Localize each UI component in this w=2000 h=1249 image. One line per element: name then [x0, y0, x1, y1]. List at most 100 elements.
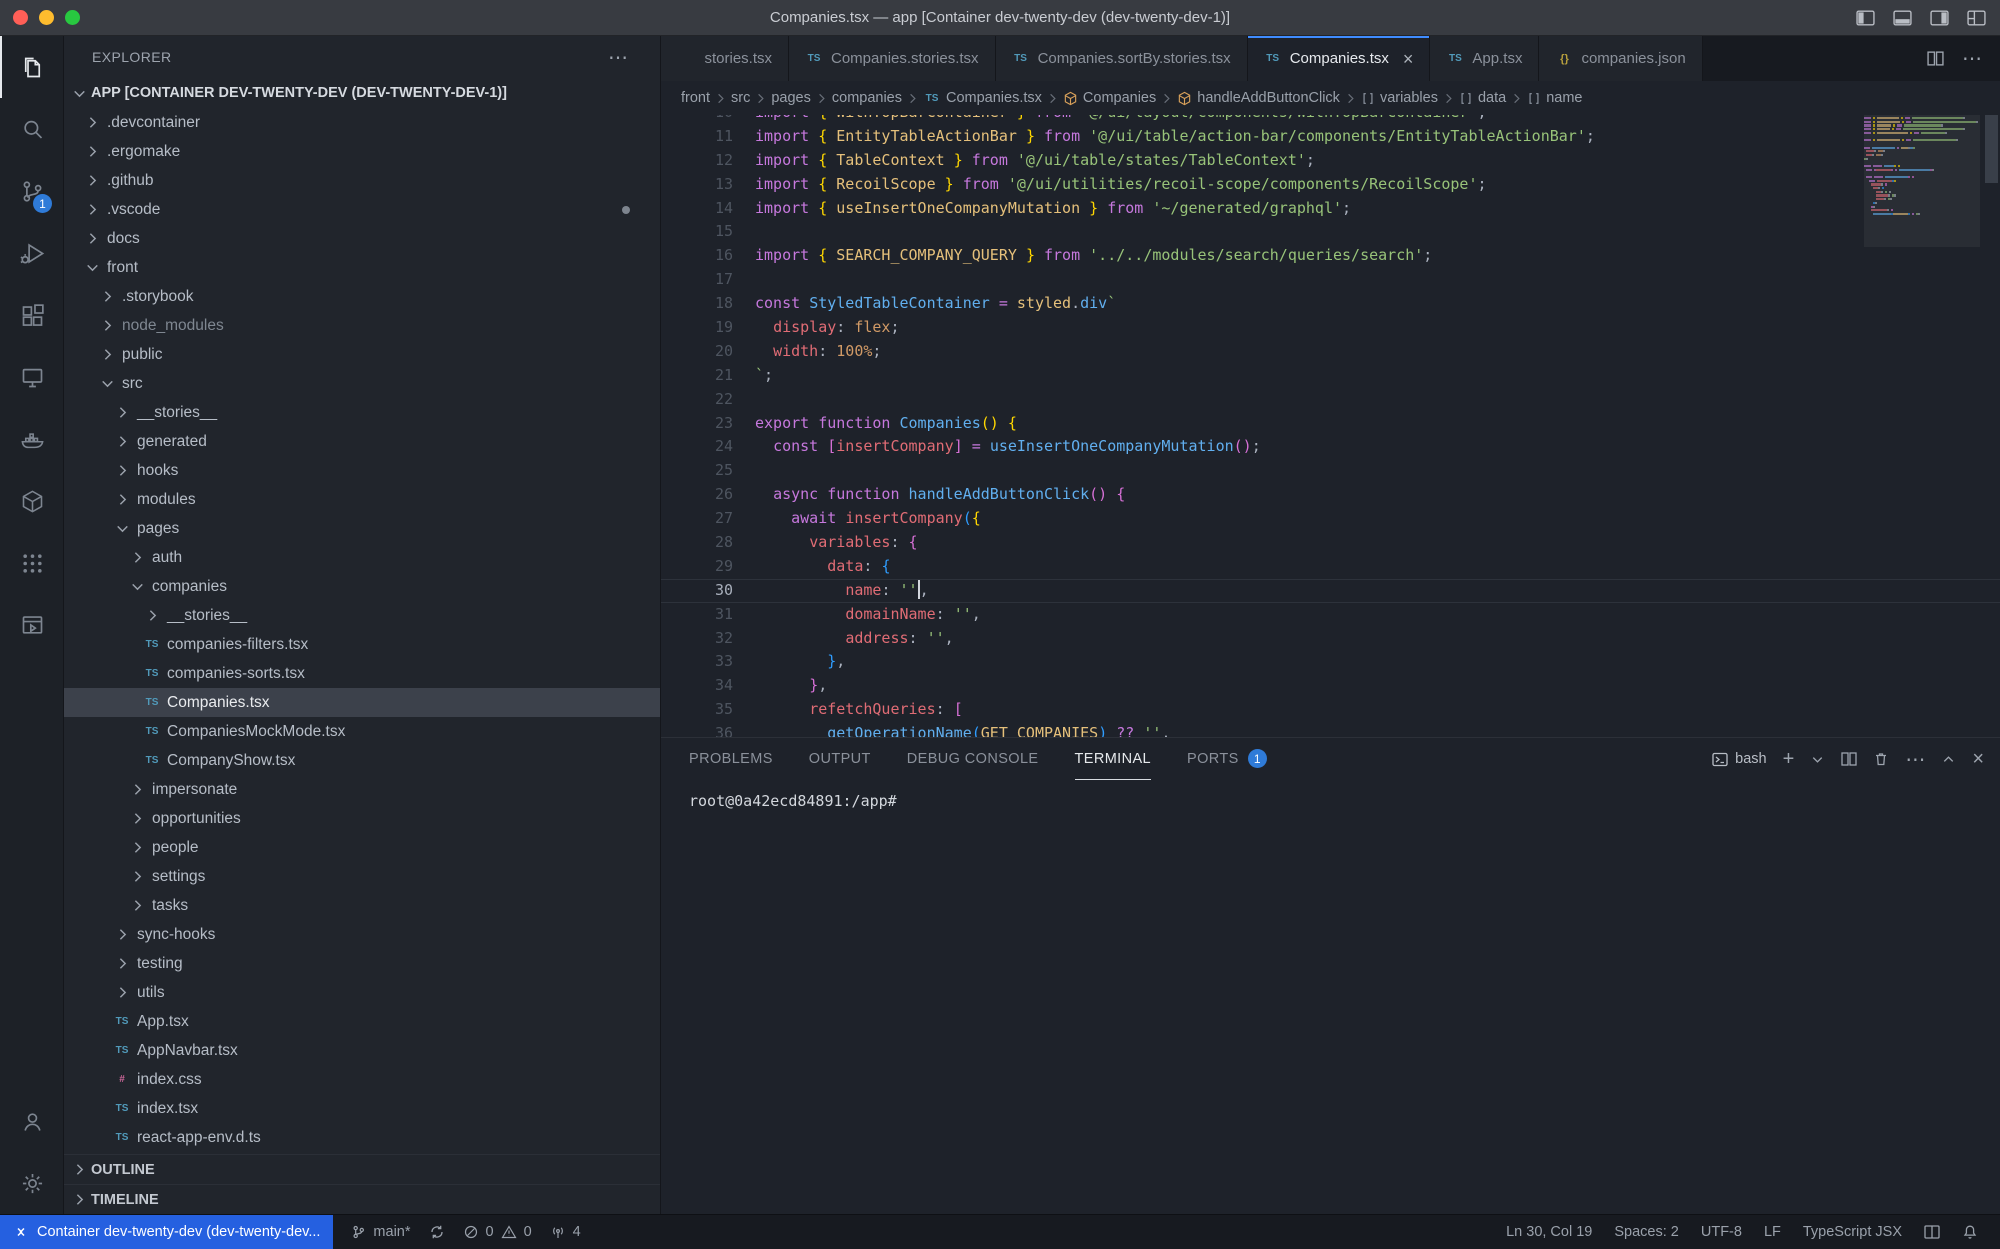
- cursor-position-indicator[interactable]: Ln 30, Col 19: [1506, 1224, 1592, 1240]
- tab-companies-sortby-stories-tsx[interactable]: TSCompanies.sortBy.stories.tsx: [996, 36, 1248, 81]
- tab-companies-tsx[interactable]: TSCompanies.tsx×: [1248, 36, 1431, 81]
- minimap[interactable]: [1864, 115, 1980, 737]
- sync-changes-button[interactable]: [429, 1224, 445, 1240]
- tree-item-node-modules[interactable]: node_modules: [64, 311, 660, 340]
- tree-item-people[interactable]: people: [64, 833, 660, 862]
- tab-companies-json[interactable]: {}companies.json: [1539, 36, 1702, 81]
- tree-item-generated[interactable]: generated: [64, 427, 660, 456]
- customize-layout-icon[interactable]: [1967, 10, 1986, 26]
- zoom-window-button[interactable]: [65, 10, 80, 25]
- code-line-20[interactable]: 20 width: 100%;: [661, 340, 2000, 364]
- explorer-more-actions-icon[interactable]: ⋯: [608, 45, 628, 70]
- tree-item-companies-tsx[interactable]: TSCompanies.tsx: [64, 688, 660, 717]
- code-line-24[interactable]: 24 const [insertCompany] = useInsertOneC…: [661, 435, 2000, 459]
- panel-tab-output[interactable]: OUTPUT: [809, 738, 871, 780]
- breadcrumb-item-data[interactable]: data: [1459, 90, 1506, 106]
- code-line-18[interactable]: 18const StyledTableContainer = styled.di…: [661, 292, 2000, 316]
- editor-more-actions-icon[interactable]: ⋯: [1962, 46, 1982, 71]
- tree-item-auth[interactable]: auth: [64, 543, 660, 572]
- code-line-34[interactable]: 34 },: [661, 674, 2000, 698]
- language-mode-indicator[interactable]: TypeScript JSX: [1803, 1224, 1902, 1240]
- tree-item-companies-filters-tsx[interactable]: TScompanies-filters.tsx: [64, 630, 660, 659]
- tree-item-opportunities[interactable]: opportunities: [64, 804, 660, 833]
- code-line-14[interactable]: 14import { useInsertOneCompanyMutation }…: [661, 197, 2000, 221]
- code-line-17[interactable]: 17: [661, 268, 2000, 292]
- branch-indicator[interactable]: main*: [351, 1224, 410, 1240]
- code-line-19[interactable]: 19 display: flex;: [661, 316, 2000, 340]
- code-line-12[interactable]: 12import { TableContext } from '@/ui/tab…: [661, 149, 2000, 173]
- code-line-25[interactable]: 25: [661, 459, 2000, 483]
- tree-item-companies-sorts-tsx[interactable]: TScompanies-sorts.tsx: [64, 659, 660, 688]
- tab-companies-stories-tsx[interactable]: TSCompanies.stories.tsx: [789, 36, 996, 81]
- tree-item-github[interactable]: .github: [64, 166, 660, 195]
- code-line-36[interactable]: 36 getOperationName(GET_COMPANIES) ?? ''…: [661, 722, 2000, 737]
- activity-extensions[interactable]: [0, 284, 63, 346]
- terminal-dropdown-chevron-icon[interactable]: [1810, 752, 1825, 767]
- code-line-35[interactable]: 35 refetchQueries: [: [661, 698, 2000, 722]
- code-line-27[interactable]: 27 await insertCompany({: [661, 507, 2000, 531]
- breadcrumb-item-name[interactable]: name: [1527, 90, 1582, 106]
- code-editor[interactable]: 10import { WithTopBarContainer } from '@…: [661, 115, 2000, 737]
- tree-item-app-tsx[interactable]: TSApp.tsx: [64, 1007, 660, 1036]
- workspace-section-header[interactable]: APP [CONTAINER DEV-TWENTY-DEV (DEV-TWENT…: [64, 78, 660, 108]
- activity-accounts[interactable]: [0, 1090, 63, 1152]
- activity-grid[interactable]: [0, 532, 63, 594]
- breadcrumb-item-companies-tsx[interactable]: TSCompanies.tsx: [923, 90, 1042, 106]
- breadcrumb-item-variables[interactable]: variables: [1361, 90, 1438, 106]
- tree-item-react-app-env-d-ts[interactable]: TSreact-app-env.d.ts: [64, 1123, 660, 1152]
- code-line-15[interactable]: 15: [661, 220, 2000, 244]
- minimize-window-button[interactable]: [39, 10, 54, 25]
- panel-tab-terminal[interactable]: TERMINAL: [1075, 738, 1152, 780]
- maximize-panel-chevron-icon[interactable]: [1941, 752, 1956, 767]
- breadcrumb-item-front[interactable]: front: [681, 90, 710, 106]
- tree-item-stories[interactable]: __stories__: [64, 601, 660, 630]
- code-line-10[interactable]: 10import { WithTopBarContainer } from '@…: [661, 115, 2000, 125]
- notifications-button[interactable]: [1962, 1224, 1978, 1240]
- tree-item-pages[interactable]: pages: [64, 514, 660, 543]
- tree-item-front[interactable]: front: [64, 253, 660, 282]
- kill-terminal-icon[interactable]: [1873, 751, 1889, 767]
- terminal-shell-picker[interactable]: bash: [1712, 751, 1766, 767]
- panel-tab-problems[interactable]: PROBLEMS: [689, 738, 773, 780]
- timeline-section-header[interactable]: TIMELINE: [64, 1184, 660, 1214]
- tree-item-testing[interactable]: testing: [64, 949, 660, 978]
- tree-item-storybook[interactable]: .storybook: [64, 282, 660, 311]
- problems-indicator[interactable]: 0 0: [463, 1224, 532, 1240]
- activity-container[interactable]: [0, 470, 63, 532]
- indentation-indicator[interactable]: Spaces: 2: [1614, 1224, 1679, 1240]
- code-line-22[interactable]: 22: [661, 388, 2000, 412]
- code-line-33[interactable]: 33 },: [661, 650, 2000, 674]
- tree-item-settings[interactable]: settings: [64, 862, 660, 891]
- editor-layout-indicator[interactable]: [1924, 1225, 1940, 1239]
- tree-item-vscode[interactable]: .vscode: [64, 195, 660, 224]
- tree-item-companies[interactable]: companies: [64, 572, 660, 601]
- breadcrumb-item-companies[interactable]: Companies: [1063, 90, 1156, 106]
- remote-indicator[interactable]: Container dev-twenty-dev (dev-twenty-dev…: [0, 1215, 333, 1249]
- code-line-30[interactable]: 30 name: '',: [661, 579, 2000, 603]
- tree-item-impersonate[interactable]: impersonate: [64, 775, 660, 804]
- outline-section-header[interactable]: OUTLINE: [64, 1154, 660, 1184]
- tab-stories-tsx[interactable]: stories.tsx: [661, 36, 789, 81]
- code-line-31[interactable]: 31 domainName: '',: [661, 603, 2000, 627]
- code-line-21[interactable]: 21`;: [661, 364, 2000, 388]
- terminal-output[interactable]: root@0a42ecd84891:/app#: [661, 780, 2000, 1214]
- breadcrumb-item-src[interactable]: src: [731, 90, 750, 106]
- new-terminal-icon[interactable]: +: [1783, 748, 1795, 771]
- close-icon[interactable]: ×: [1403, 50, 1414, 68]
- code-line-13[interactable]: 13import { RecoilScope } from '@/ui/util…: [661, 173, 2000, 197]
- ports-indicator[interactable]: 4: [550, 1224, 581, 1240]
- activity-run-debug[interactable]: [0, 222, 63, 284]
- tree-item-appnavbar-tsx[interactable]: TSAppNavbar.tsx: [64, 1036, 660, 1065]
- code-line-32[interactable]: 32 address: '',: [661, 627, 2000, 651]
- tree-item-ergomake[interactable]: .ergomake: [64, 137, 660, 166]
- activity-docker[interactable]: [0, 408, 63, 470]
- tree-item-modules[interactable]: modules: [64, 485, 660, 514]
- tree-item-hooks[interactable]: hooks: [64, 456, 660, 485]
- tree-item-tasks[interactable]: tasks: [64, 891, 660, 920]
- tree-item-src[interactable]: src: [64, 369, 660, 398]
- editor-scrollbar[interactable]: [1985, 115, 1998, 183]
- breadcrumb-item-pages[interactable]: pages: [771, 90, 811, 106]
- tree-item-docs[interactable]: docs: [64, 224, 660, 253]
- activity-search[interactable]: [0, 98, 63, 160]
- code-line-26[interactable]: 26 async function handleAddButtonClick()…: [661, 483, 2000, 507]
